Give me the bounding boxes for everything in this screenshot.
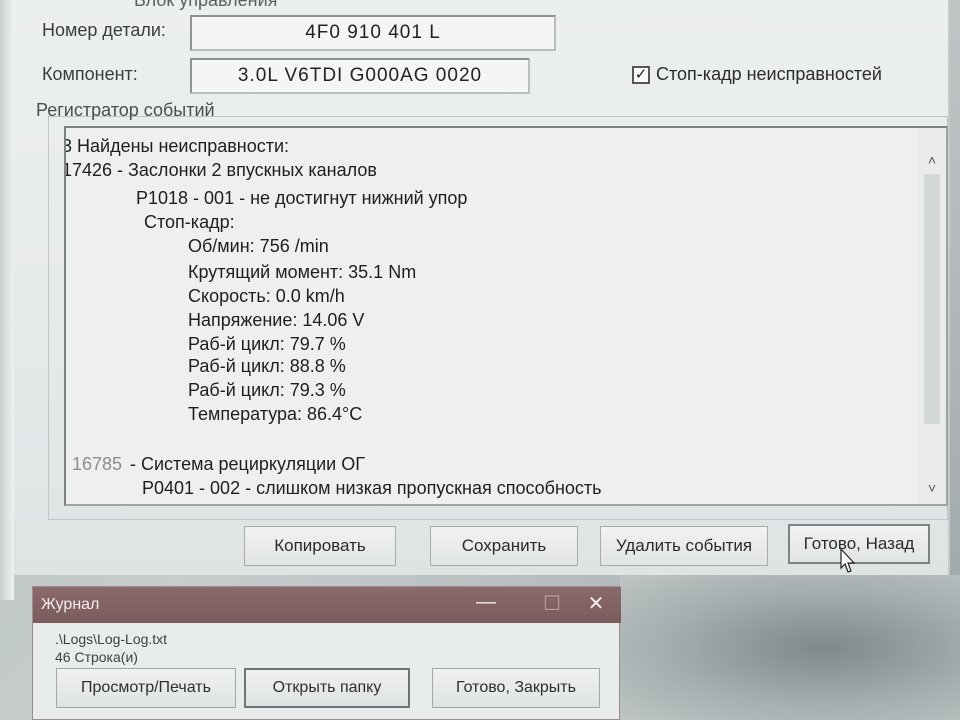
log-line-code: 16785	[72, 454, 123, 474]
component-label: Компонент:	[42, 64, 138, 84]
monitor-bezel	[0, 0, 14, 600]
save-button[interactable]: Сохранить	[430, 526, 578, 566]
window-title: Блок управления	[134, 0, 278, 10]
journal-titlebar[interactable]: Журнал — ☐ ✕	[33, 587, 621, 623]
part-number-field: 4F0 910 401 L	[190, 15, 556, 51]
background-shadow	[620, 575, 960, 720]
log-line: Раб-й цикл: 79.3 %	[188, 380, 346, 400]
log-line: P1018 - 001 - не достигнут нижний упор	[136, 188, 468, 208]
minimize-icon[interactable]: —	[471, 591, 501, 614]
part-number-label: Номер детали:	[42, 20, 166, 40]
delete-events-button[interactable]: Удалить события	[600, 526, 768, 566]
log-line: - Система рециркуляции ОГ	[130, 454, 365, 474]
journal-path: .\Logs\Log-Log.txt	[55, 631, 168, 647]
scroll-thumb[interactable]	[924, 174, 940, 424]
view-print-button[interactable]: Просмотр/Печать	[56, 668, 236, 708]
log-line: Об/мин: 756 /min	[188, 236, 329, 256]
mouse-cursor-icon	[840, 548, 856, 573]
component-field: 3.0L V6TDI G000AG 0020	[190, 58, 530, 94]
log-line: Раб-й цикл: 79.7 %	[188, 334, 346, 354]
journal-line-count: 46 Строка(и)	[55, 649, 138, 665]
log-line: 3 Найдены неисправности:	[64, 136, 290, 156]
freeze-frame-label: Стоп-кадр неисправностей	[656, 64, 882, 84]
copy-button[interactable]: Копировать	[244, 526, 396, 566]
log-line: 17426 - Заслонки 2 впускных каналов	[64, 160, 377, 180]
log-line: Стоп-кадр:	[144, 212, 235, 232]
log-line: Скорость: 0.0 km/h	[188, 286, 345, 306]
open-folder-button[interactable]: Открыть папку	[244, 668, 410, 708]
log-line: Температура: 86.4°C	[188, 404, 363, 424]
event-log-group-label: Регистратор событий	[36, 100, 215, 120]
done-close-button[interactable]: Готово, Закрыть	[432, 668, 600, 708]
done-back-button[interactable]: Готово, Назад	[788, 524, 930, 564]
log-scrollbar[interactable]: ˄ ˅	[918, 128, 946, 504]
scroll-up-icon[interactable]: ˄	[918, 148, 946, 172]
maximize-icon: ☐	[543, 593, 561, 615]
log-line: P0401 - 002 - слишком низкая пропускная …	[142, 478, 602, 498]
scroll-down-icon[interactable]: ˅	[918, 476, 946, 500]
log-line: Раб-й цикл: 88.8 %	[188, 356, 346, 376]
event-log-textbox[interactable]: 3 Найдены неисправности: 17426 - Заслонк…	[64, 126, 948, 506]
log-line: Крутящий момент: 35.1 Nm	[188, 262, 417, 282]
freeze-frame-checkbox[interactable]: ✓ Стоп-кадр неисправностей	[632, 64, 882, 85]
check-icon[interactable]: ✓	[632, 65, 650, 84]
journal-title: Журнал	[41, 596, 100, 613]
close-icon[interactable]: ✕	[581, 591, 611, 616]
log-line: Напряжение: 14.06 V	[188, 310, 365, 330]
